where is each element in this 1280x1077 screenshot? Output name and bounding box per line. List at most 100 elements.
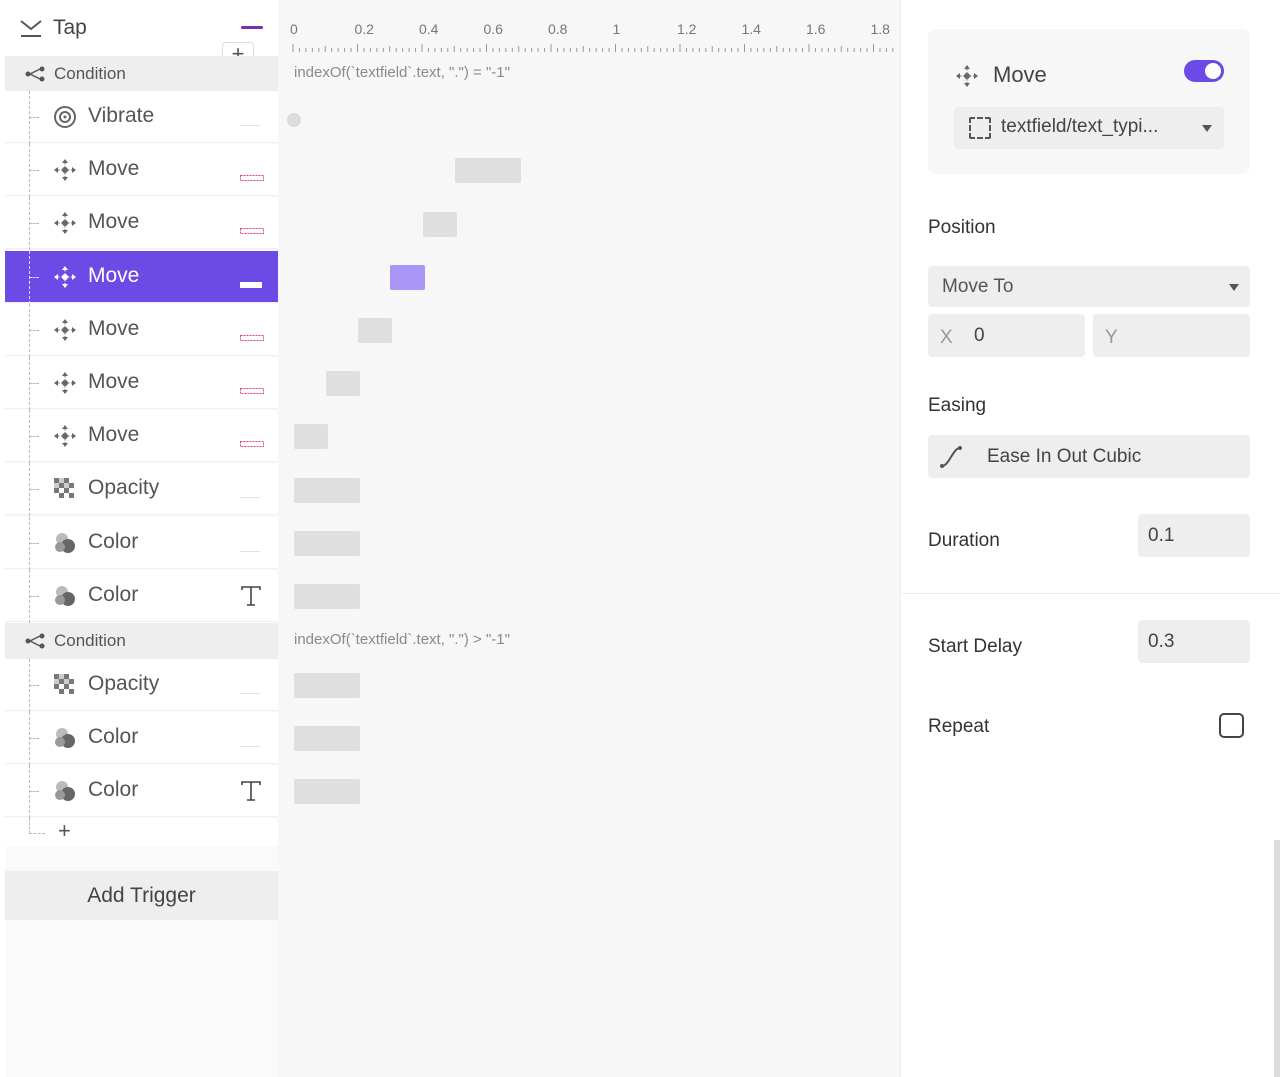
move-icon <box>52 423 78 449</box>
trigger-label: Tap <box>53 16 87 39</box>
timeline-block-move[interactable] <box>423 212 457 237</box>
timeline-block-opacity[interactable] <box>294 478 360 503</box>
condition-expression[interactable]: indexOf(`textfield`.text, ".") = "-1" <box>294 64 510 81</box>
timing-mark <box>240 541 260 559</box>
action-label: Move <box>88 370 140 393</box>
action-row-move[interactable]: Move <box>5 303 278 357</box>
timeline-block-color[interactable] <box>294 584 360 609</box>
action-row-move[interactable]: Move <box>5 144 278 198</box>
timeline-block-color[interactable] <box>294 726 360 751</box>
trigger-header[interactable]: Tap + <box>5 0 278 68</box>
color-icon <box>52 530 78 556</box>
ruler-tick-label: 0 <box>290 21 298 37</box>
target-layer-select[interactable]: textfield/text_typi... <box>954 107 1224 149</box>
move-icon <box>954 63 980 94</box>
x-field[interactable]: X 0 <box>928 314 1085 357</box>
animation-tree-panel: Tap + Condition Vibrate Move Move Move Move M… <box>5 0 278 1077</box>
timeline-block-move[interactable] <box>455 158 521 183</box>
action-row-move[interactable]: Move <box>5 250 278 304</box>
condition-header[interactable]: Condition <box>5 56 278 92</box>
easing-select[interactable]: Ease In Out Cubic <box>928 435 1250 478</box>
color-icon <box>52 778 78 804</box>
timeline-block-move[interactable] <box>326 371 360 396</box>
vibrate-marker[interactable] <box>287 113 301 127</box>
action-row-vibrate[interactable]: Vibrate <box>5 91 278 144</box>
ruler-tick-label: 1.2 <box>677 21 697 37</box>
action-row-color[interactable]: Color <box>5 712 278 766</box>
timing-mark <box>240 381 264 399</box>
timeline-block-color[interactable] <box>294 531 360 556</box>
layer-frame-icon <box>969 117 991 139</box>
ruler-tick-label: 1.4 <box>741 21 761 37</box>
action-row-move[interactable]: Move <box>5 410 278 464</box>
window-scrollbar[interactable] <box>1274 840 1280 1077</box>
ruler-tick-label: 0.4 <box>419 21 439 37</box>
timeline-block-color[interactable] <box>294 779 360 804</box>
ruler-tick-label: 1.6 <box>806 21 826 37</box>
tree-connector <box>29 463 45 517</box>
timeline-block-move[interactable] <box>294 424 328 449</box>
time-ruler[interactable] <box>292 44 896 52</box>
add-action-row[interactable]: + <box>5 818 278 846</box>
condition-icon <box>25 66 45 87</box>
action-label: Opacity <box>88 476 160 500</box>
tree-connector <box>29 357 45 410</box>
ruler-tick-label: 1.8 <box>870 21 890 37</box>
add-trigger-button[interactable]: Add Trigger <box>5 871 278 920</box>
duration-input[interactable]: 0.1 <box>1138 514 1250 557</box>
timeline-block-move[interactable] <box>358 318 392 343</box>
action-row-color[interactable]: Color <box>5 765 278 819</box>
condition-header[interactable]: Condition <box>5 623 278 659</box>
timing-mark <box>240 487 260 505</box>
color-icon <box>52 583 78 609</box>
move-icon <box>52 317 78 343</box>
tree-connector <box>29 516 45 570</box>
timeline-block-move-selected[interactable] <box>390 265 425 290</box>
action-row-opacity[interactable]: Opacity <box>5 463 278 517</box>
tree-connector <box>29 303 45 357</box>
ruler-tick-label: 0.2 <box>354 21 374 37</box>
action-row-move[interactable]: Move <box>5 357 278 410</box>
start-delay-input[interactable]: 0.3 <box>1138 620 1250 663</box>
action-label: Color <box>88 582 139 606</box>
timing-mark <box>240 328 264 346</box>
condition-icon <box>25 633 45 654</box>
action-row-move[interactable]: Move <box>5 197 278 251</box>
ruler-tick-label: 0.6 <box>483 21 503 37</box>
action-row-color[interactable]: Color <box>5 569 278 623</box>
action-label: Move <box>88 316 140 340</box>
y-field[interactable]: Y <box>1093 314 1250 357</box>
action-label: Move <box>88 423 140 447</box>
divider <box>901 593 1280 594</box>
position-heading: Position <box>928 217 996 238</box>
repeat-checkbox[interactable] <box>1219 713 1244 738</box>
tree-connector <box>29 818 45 834</box>
timing-mark <box>240 434 264 452</box>
action-row-color[interactable]: Color <box>5 516 278 570</box>
action-row-opacity[interactable]: Opacity <box>5 659 278 712</box>
text-type-icon <box>240 585 262 612</box>
toggle-knob <box>1205 63 1221 79</box>
tree-connector <box>29 569 45 623</box>
tree-connector <box>29 712 45 766</box>
timeline-block-opacity[interactable] <box>294 673 360 698</box>
condition-expression[interactable]: indexOf(`textfield`.text, ".") > "-1" <box>294 631 510 648</box>
x-label: X <box>940 327 953 348</box>
easing-value: Ease In Out Cubic <box>987 446 1142 467</box>
add-action-plus-icon[interactable]: + <box>58 818 71 844</box>
action-label: Move <box>88 157 140 181</box>
opacity-icon <box>52 672 78 698</box>
ruler-tick-label: 0.8 <box>548 21 568 37</box>
action-enabled-toggle[interactable] <box>1184 60 1224 82</box>
condition-label: Condition <box>54 64 126 83</box>
position-mode-select[interactable]: Move To <box>928 266 1250 307</box>
start-delay-value: 0.3 <box>1148 631 1175 652</box>
action-label: Opacity <box>88 672 160 695</box>
tree-connector <box>29 765 45 819</box>
chevron-down-icon <box>1202 125 1212 132</box>
tree-connector <box>29 197 45 251</box>
color-icon <box>52 725 78 751</box>
action-card: Move textfield/text_typi... <box>928 29 1250 174</box>
tree-connector <box>29 250 45 304</box>
timeline-panel[interactable]: 0 0.2 0.4 0.6 0.8 1 1.2 1.4 1.6 1.8 indexOf(`text… <box>278 0 900 1077</box>
